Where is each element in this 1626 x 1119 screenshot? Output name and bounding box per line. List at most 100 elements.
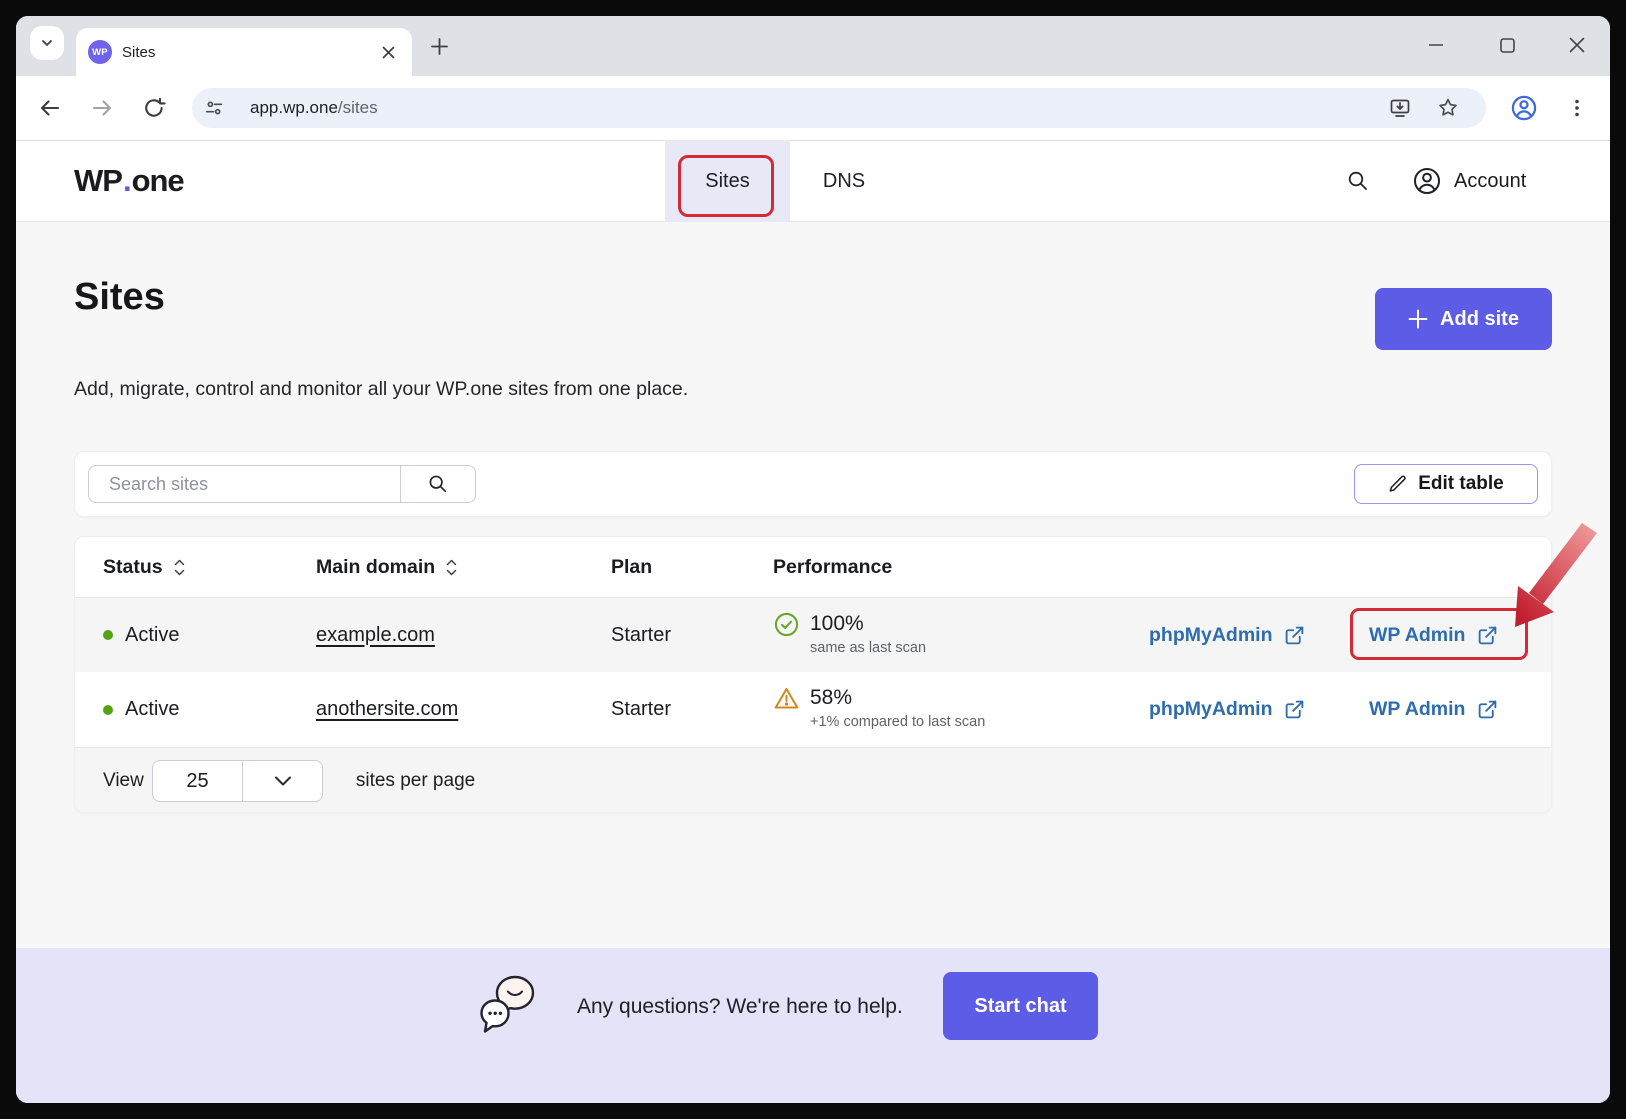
status-dot-icon <box>103 630 113 640</box>
wp-admin-link[interactable]: WP Admin <box>1369 598 1498 672</box>
sites-table: Status Main domain Plan Performance Acti… <box>74 536 1552 813</box>
window-close-button[interactable] <box>1561 29 1593 61</box>
status-label: Active <box>125 624 179 647</box>
plus-icon <box>1408 309 1428 329</box>
table-header-row: Status Main domain Plan Performance <box>75 537 1551 598</box>
edit-table-label: Edit table <box>1418 473 1504 495</box>
status-label: Active <box>125 698 179 721</box>
start-chat-button[interactable]: Start chat <box>943 972 1098 1040</box>
wpone-logo[interactable]: WP.one <box>74 140 184 222</box>
status-header-label: Status <box>103 556 163 579</box>
plus-icon <box>431 38 448 55</box>
column-header-domain[interactable]: Main domain <box>316 537 458 598</box>
nav-item-dns[interactable]: DNS <box>802 140 886 222</box>
forward-button[interactable] <box>86 92 118 124</box>
nav-dns-label: DNS <box>823 170 865 193</box>
star-icon <box>1436 96 1460 120</box>
table-footer: View 25 sites per page <box>75 747 1551 813</box>
browser-tab[interactable]: WP Sites <box>76 28 412 76</box>
account-menu[interactable]: Account <box>1412 140 1526 222</box>
domain-cell: example.com <box>316 598 435 672</box>
search-icon <box>1346 169 1370 193</box>
page-title: Sites <box>74 276 165 319</box>
header-search-button[interactable] <box>1338 140 1378 222</box>
domain-link[interactable]: example.com <box>316 624 435 647</box>
wp-admin-link[interactable]: WP Admin <box>1369 672 1498 747</box>
url-text[interactable]: app.wp.one/sites <box>250 98 378 118</box>
nav-item-sites[interactable]: Sites <box>665 140 790 222</box>
address-bar[interactable]: app.wp.one/sites <box>192 88 1486 128</box>
chat-bubbles-icon <box>480 974 538 1038</box>
domain-cell: anothersite.com <box>316 672 458 747</box>
search-sites-box <box>88 465 476 503</box>
external-link-icon <box>1477 699 1498 720</box>
table-row: Active example.com Starter 100% same as … <box>75 598 1551 672</box>
status-cell: Active <box>103 672 179 747</box>
sort-icon[interactable] <box>173 558 186 577</box>
plan-cell: Starter <box>611 598 671 672</box>
search-submit-button[interactable] <box>401 466 475 502</box>
forward-arrow-icon <box>90 96 114 120</box>
status-dot-icon <box>103 705 113 715</box>
search-sites-input[interactable] <box>89 474 400 495</box>
site-settings-icon[interactable] <box>192 97 236 119</box>
performance-cell: 58% +1% compared to last scan <box>773 685 985 730</box>
browser-profile-button[interactable] <box>1508 92 1540 124</box>
phpmyadmin-label: phpMyAdmin <box>1149 698 1272 721</box>
minimize-icon <box>1428 37 1444 53</box>
performance-note: same as last scan <box>810 640 926 656</box>
add-site-button[interactable]: Add site <box>1375 288 1552 350</box>
plan-header-label: Plan <box>611 556 652 579</box>
close-icon <box>1569 37 1585 53</box>
performance-value: 100% <box>810 611 926 637</box>
plan-cell: Starter <box>611 672 671 747</box>
sort-icon[interactable] <box>445 558 458 577</box>
plan-label: Starter <box>611 698 671 721</box>
bookmark-button[interactable] <box>1432 92 1464 124</box>
check-circle-icon <box>773 611 800 638</box>
domain-header-label: Main domain <box>316 556 435 579</box>
performance-cell: 100% same as last scan <box>773 611 926 656</box>
edit-table-button[interactable]: Edit table <box>1354 464 1538 504</box>
table-row: Active anothersite.com Starter 58% +1% c… <box>75 672 1551 747</box>
new-tab-button[interactable] <box>424 31 454 61</box>
url-domain: app.wp.one <box>250 98 338 117</box>
page-size-value: 25 <box>153 770 242 793</box>
phpmyadmin-link[interactable]: phpMyAdmin <box>1149 598 1305 672</box>
tab-close-button[interactable] <box>376 40 400 64</box>
search-icon <box>427 473 449 495</box>
screenshot-frame: WP Sites app.wp.one/sites <box>0 0 1626 1119</box>
performance-value: 58% <box>810 685 985 711</box>
logo-wp: WP <box>74 163 122 199</box>
browser-menu-button[interactable] <box>1561 92 1593 124</box>
chevron-down-icon <box>243 775 322 787</box>
column-header-status[interactable]: Status <box>103 537 186 598</box>
chevron-down-icon <box>40 36 54 50</box>
page-size-select[interactable]: 25 <box>152 760 323 802</box>
url-path: /sites <box>338 98 378 117</box>
external-link-icon <box>1477 625 1498 646</box>
install-icon <box>1388 96 1412 120</box>
site-favicon: WP <box>88 40 112 64</box>
nav-sites-label: Sites <box>705 170 749 193</box>
reload-icon <box>142 96 166 120</box>
phpmyadmin-link[interactable]: phpMyAdmin <box>1149 672 1305 747</box>
back-button[interactable] <box>34 92 66 124</box>
warning-triangle-icon <box>773 685 800 712</box>
profile-avatar-icon <box>1510 94 1538 122</box>
three-dot-menu-icon <box>1565 96 1589 120</box>
window-maximize-button[interactable] <box>1491 29 1523 61</box>
column-header-plan: Plan <box>611 537 652 598</box>
window-minimize-button[interactable] <box>1420 29 1452 61</box>
tab-search-button[interactable] <box>30 26 64 60</box>
install-app-button[interactable] <box>1384 92 1416 124</box>
help-message: Any questions? We're here to help. <box>577 948 903 1066</box>
logo-one: one <box>132 163 184 199</box>
account-label: Account <box>1454 170 1526 193</box>
view-label: View <box>103 770 144 792</box>
add-site-label: Add site <box>1440 308 1519 331</box>
phpmyadmin-label: phpMyAdmin <box>1149 624 1272 647</box>
domain-link[interactable]: anothersite.com <box>316 698 458 721</box>
reload-button[interactable] <box>138 92 170 124</box>
tab-title: Sites <box>122 44 376 61</box>
